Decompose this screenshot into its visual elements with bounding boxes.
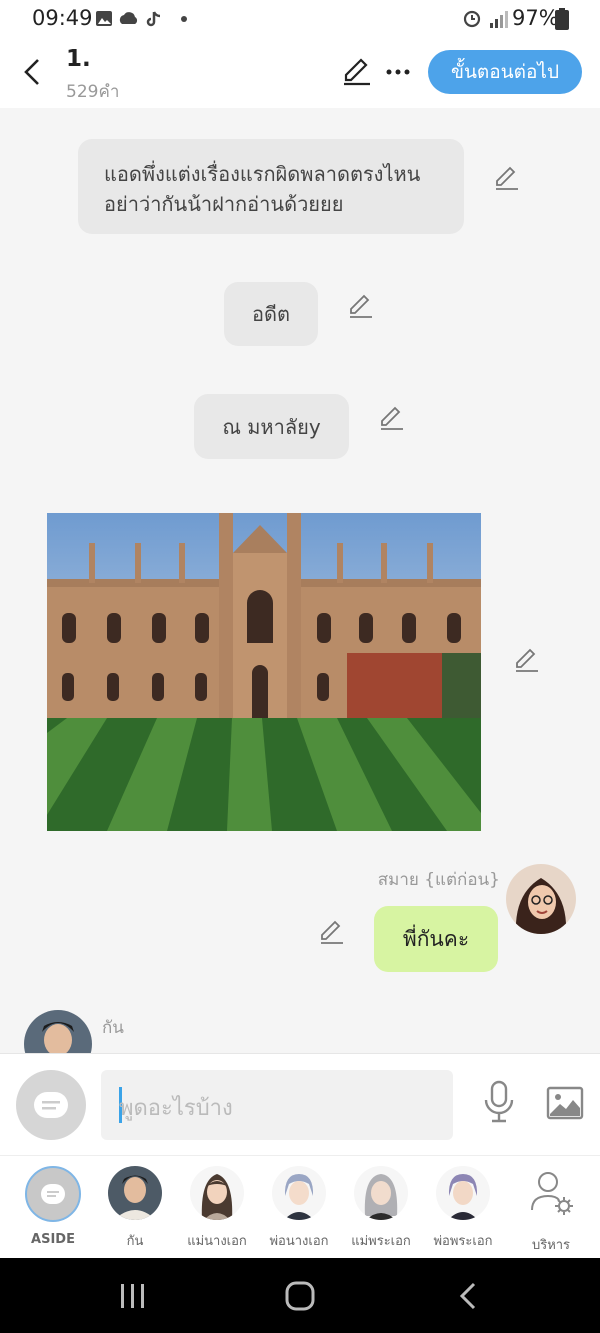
avatar-gun-photo xyxy=(24,1010,92,1053)
character-avatar xyxy=(272,1166,326,1220)
input-bar: พูดอะไรบ้าง xyxy=(0,1053,600,1156)
narration-bubble[interactable]: ณ มหาลัยy xyxy=(194,394,349,459)
character-name: ASIDE xyxy=(31,1232,75,1247)
status-time: 09:49 xyxy=(32,6,93,30)
character-aside[interactable]: ASIDE xyxy=(12,1166,94,1247)
sender-avatar[interactable] xyxy=(506,864,576,934)
character-name: พ่อนางเอก xyxy=(269,1234,329,1249)
character-hero-mother[interactable]: แม่พระเอก xyxy=(340,1166,422,1251)
aside-toggle-button[interactable] xyxy=(16,1070,86,1140)
header: 1. 529คำ ขั้นตอนต่อไป xyxy=(0,38,600,108)
recent-apps-icon[interactable] xyxy=(118,1282,148,1310)
character-name: บริหาร xyxy=(531,1238,571,1253)
character-selector-bar: ASIDE กัน แม่นางเอก พ่อนางเอก แม่พระเอก … xyxy=(0,1155,600,1259)
back-nav-icon[interactable] xyxy=(456,1282,480,1310)
narration-bubble[interactable]: อดีต xyxy=(224,282,318,346)
character-hero-father[interactable]: พ่อพระเอก xyxy=(422,1166,504,1251)
more-options-icon[interactable] xyxy=(386,68,410,76)
avatar-illustration xyxy=(190,1166,244,1220)
character-heroine-father[interactable]: พ่อนางเอก xyxy=(258,1166,340,1251)
image-upload-icon[interactable] xyxy=(546,1086,584,1120)
narration-line: อย่าว่ากันน้าฝากอ่านด้วยยย xyxy=(104,192,344,216)
next-step-button[interactable]: ขั้นตอนต่อไป xyxy=(428,50,582,94)
chat-bubble-icon xyxy=(41,1184,65,1204)
notification-icons xyxy=(96,11,187,27)
message-sender: กัน xyxy=(102,1018,124,1038)
chat-bubble-icon xyxy=(34,1092,68,1118)
chapter-title: 1. xyxy=(66,46,91,72)
aside-avatar xyxy=(25,1166,81,1222)
narration-bubble[interactable]: แอดพึ่งแต่งเรื่องแรกผิดพลาดตรงไหน อย่าว่… xyxy=(78,139,464,234)
character-heroine-mother[interactable]: แม่นางเอก xyxy=(176,1166,258,1251)
chat-area: แอดพึ่งแต่งเรื่องแรกผิดพลาดตรงไหน อย่าว่… xyxy=(0,108,600,1053)
character-name: กัน xyxy=(126,1234,144,1249)
edit-pencil-icon[interactable] xyxy=(319,920,345,946)
character-message-bubble[interactable]: พี่กันคะ xyxy=(374,906,498,972)
battery-icon xyxy=(555,8,569,30)
message-sender: สมาย {แต่ก่อน} xyxy=(377,870,500,890)
input-placeholder: พูดอะไรบ้าง xyxy=(119,1096,233,1121)
character-name: พ่อพระเอก xyxy=(433,1234,493,1249)
edit-pencil-icon[interactable] xyxy=(514,648,540,674)
edit-pencil-icon[interactable] xyxy=(379,406,405,432)
edit-pencil-icon[interactable] xyxy=(342,58,372,86)
microphone-icon[interactable] xyxy=(482,1080,516,1124)
sender-avatar[interactable] xyxy=(24,1010,92,1053)
narration-line: แอดพึ่งแต่งเรื่องแรกผิดพลาดตรงไหน xyxy=(104,162,421,186)
back-arrow-icon[interactable] xyxy=(22,58,42,86)
user-settings-icon xyxy=(531,1172,573,1215)
character-avatar xyxy=(436,1166,490,1220)
word-count: 529คำ xyxy=(66,82,120,102)
edit-pencil-icon[interactable] xyxy=(494,166,520,192)
system-nav-bar xyxy=(0,1258,600,1333)
character-avatar xyxy=(190,1166,244,1220)
message-text: พี่กันคะ xyxy=(402,926,470,951)
narration-text: อดีต xyxy=(252,302,290,326)
avatar-illustration xyxy=(272,1166,326,1220)
manage-characters-button[interactable]: บริหาร xyxy=(510,1166,592,1255)
battery-percent: 97% xyxy=(512,6,559,30)
university-building-image[interactable] xyxy=(47,513,481,831)
edit-pencil-icon[interactable] xyxy=(348,294,374,320)
character-gun[interactable]: กัน xyxy=(94,1166,176,1251)
avatar-smile-photo xyxy=(506,864,576,934)
message-input[interactable]: พูดอะไรบ้าง xyxy=(101,1070,453,1140)
avatar-illustration xyxy=(354,1166,408,1220)
home-icon[interactable] xyxy=(284,1280,316,1312)
avatar-illustration xyxy=(436,1166,490,1220)
status-bar: 09:49 97% xyxy=(0,0,600,38)
avatar-gun-photo xyxy=(108,1166,162,1220)
narration-text: ณ มหาลัยy xyxy=(222,414,321,439)
character-avatar xyxy=(108,1166,162,1220)
character-name: แม่พระเอก xyxy=(351,1234,411,1249)
alarm-signal-icons xyxy=(463,10,508,28)
character-name: แม่นางเอก xyxy=(187,1234,247,1249)
character-avatar xyxy=(354,1166,408,1220)
